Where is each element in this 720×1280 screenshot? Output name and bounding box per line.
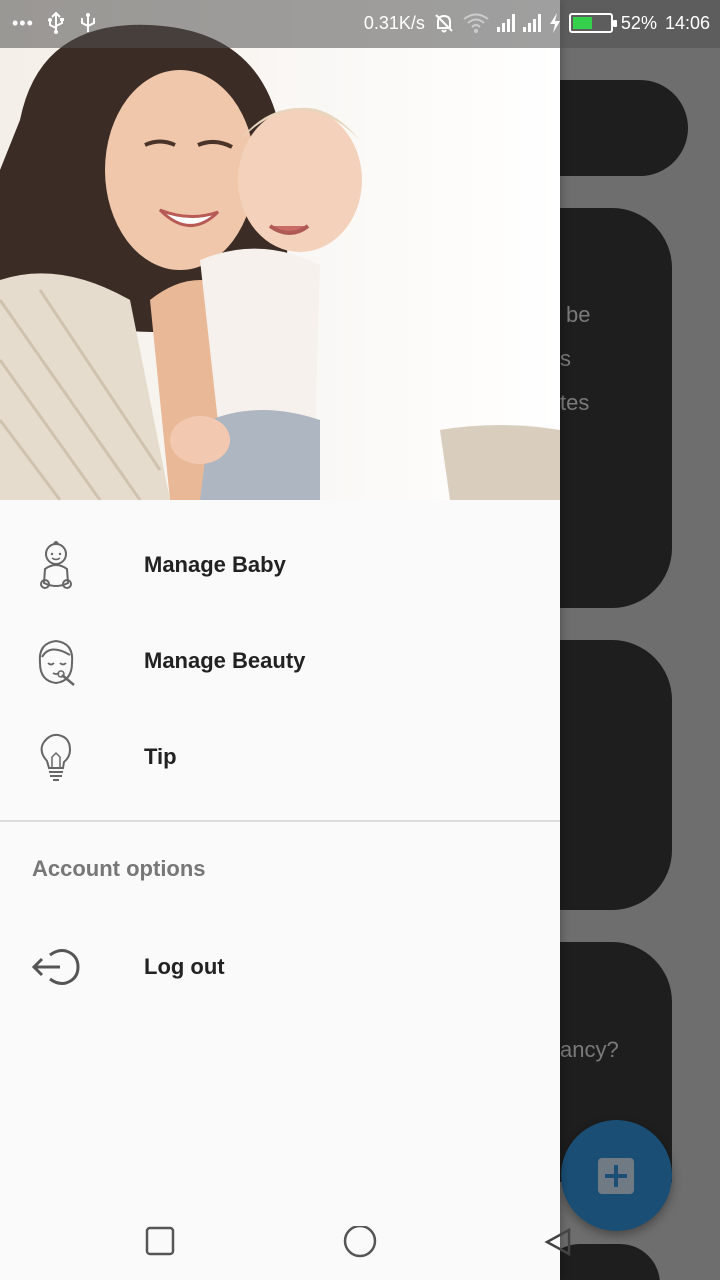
background-text: be [566,302,591,327]
menu-item-tip[interactable]: Tip [0,709,560,805]
background-text: tes [560,390,590,415]
account-options-header: Account options [32,856,206,881]
menu-item-label: Manage Baby [144,552,286,577]
net-speed: 0.31K/s [363,12,425,33]
beauty-face-icon [38,639,75,686]
mother-and-baby-photo [0,0,560,500]
plus-icon [598,1158,634,1194]
drawer-header-image [0,0,560,500]
status-left-icons: ••• [12,12,98,34]
recent-apps-button[interactable] [145,1226,175,1256]
lightbulb-icon [40,733,72,781]
clock: 14:06 [664,12,710,33]
wifi-icon [463,13,489,33]
logout-icon [31,949,80,985]
usb-debug-icon [80,13,95,32]
charging-bolt-icon [549,13,560,33]
more-dots-icon: ••• [12,12,34,33]
status-right-icons: 0.31K/s 52% 14:06 [364,12,710,34]
mute-bell-icon [435,14,453,33]
menu-item-manage-beauty[interactable]: Manage Beauty [0,613,560,709]
signal-icon [522,14,541,32]
battery-percent: 52% [620,12,657,33]
background-text: ancy? [560,1037,619,1062]
status-bar: ••• 0.31K/s 52% 14:06 [0,0,720,48]
menu-item-label: Tip [144,744,177,769]
menu-item-manage-baby[interactable]: Manage Baby [0,517,560,613]
menu-item-label: Manage Beauty [144,648,306,673]
signal-icon [496,14,515,32]
menu-item-label: Log out [144,954,225,979]
menu-item-log-out[interactable]: Log out [0,919,560,1015]
back-button[interactable] [543,1228,573,1258]
navigation-drawer: Manage Baby Manage Beauty Tip Account op… [0,0,560,1280]
background-text: s [560,346,571,371]
home-button[interactable] [343,1226,377,1260]
usb-icon [47,12,64,34]
battery-icon [568,13,617,33]
baby-icon [40,541,72,589]
battery-fill [572,17,592,29]
drawer-divider [0,820,560,822]
system-navigation-bar [0,1200,720,1280]
